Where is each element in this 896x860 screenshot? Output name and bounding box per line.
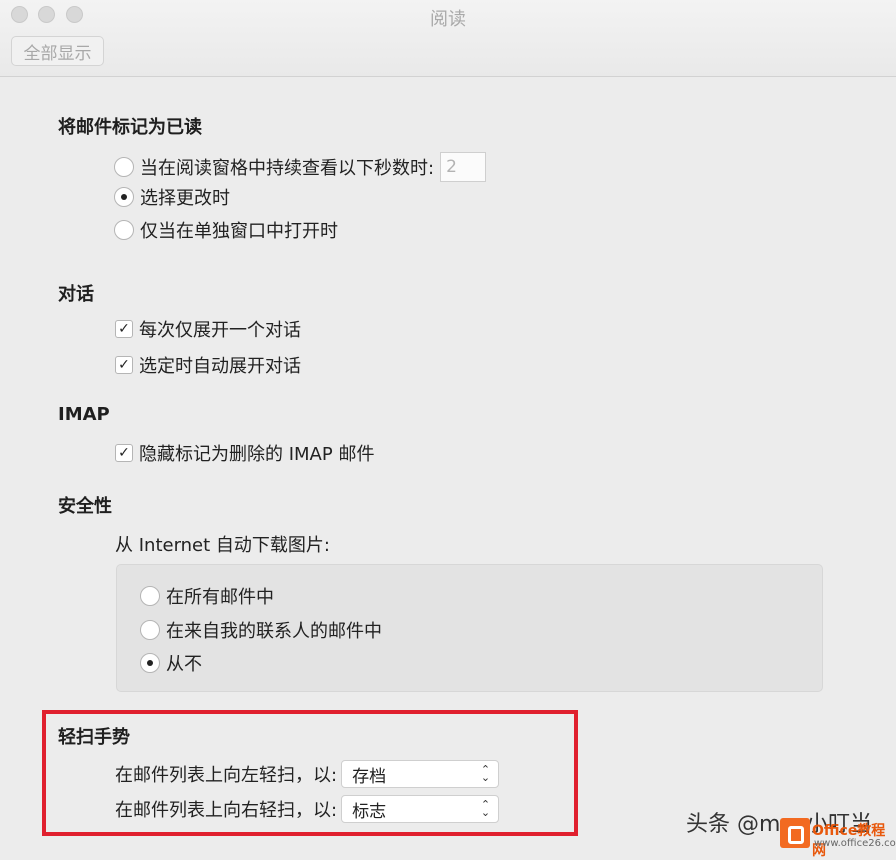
swipe-right-select[interactable]: 标志 ⌃ ⌄ (341, 795, 500, 823)
section-title-imap: IMAP (58, 404, 110, 425)
window-title: 阅读 (430, 9, 466, 30)
section-title-mark-read: 将邮件标记为已读 (58, 117, 202, 138)
swipe-left-label: 在邮件列表上向左轻扫，以: (115, 765, 338, 786)
check-icon[interactable]: ✓ (115, 444, 133, 462)
swipe-right-label: 在邮件列表上向右轻扫，以: (115, 800, 338, 821)
radio-label: 选择更改时 (140, 188, 230, 209)
watermark-logo-sub: www.office26.com (814, 838, 896, 849)
radio-button-selected[interactable] (140, 653, 160, 673)
radio-label: 仅当在单独窗口中打开时 (140, 221, 338, 242)
swipe-right-row: 在邮件列表上向右轻扫，以: 标志 ⌃ ⌄ (115, 795, 500, 823)
updown-chevron-icon: ⌃ ⌄ (480, 763, 491, 784)
check-icon[interactable]: ✓ (115, 320, 133, 338)
checkbox-label: 隐藏标记为删除的 IMAP 邮件 (139, 444, 375, 465)
swipe-left-select[interactable]: 存档 ⌃ ⌄ (341, 760, 500, 788)
radio-label: 在所有邮件中 (166, 587, 274, 608)
radio-option-never[interactable]: 从不 (140, 651, 202, 675)
radio-option-on-selection-change[interactable]: 选择更改时 (114, 185, 230, 209)
show-all-button[interactable]: 全部显示 (11, 36, 104, 66)
checkbox-auto-expand[interactable]: ✓ 选定时自动展开对话 (115, 353, 301, 377)
radio-button[interactable] (140, 586, 160, 606)
radio-button[interactable] (140, 620, 160, 640)
seconds-field[interactable]: 2 (440, 152, 487, 182)
section-title-security: 安全性 (58, 496, 112, 517)
radio-label: 从不 (166, 654, 202, 675)
updown-chevron-icon: ⌃ ⌄ (480, 798, 491, 819)
check-icon[interactable]: ✓ (115, 356, 133, 374)
checkbox-label: 每次仅展开一个对话 (139, 320, 301, 341)
radio-option-all-mail[interactable]: 在所有邮件中 (140, 584, 274, 608)
radio-button[interactable] (114, 157, 134, 177)
swipe-left-row: 在邮件列表上向左轻扫，以: 存档 ⌃ ⌄ (115, 760, 500, 788)
radio-label: 当在阅读窗格中持续查看以下秒数时: (140, 158, 435, 179)
swipe-right-value: 标志 (352, 801, 387, 822)
download-images-label: 从 Internet 自动下载图片: (115, 535, 330, 556)
radio-option-contacts[interactable]: 在来自我的联系人的邮件中 (140, 618, 382, 642)
checkbox-label: 选定时自动展开对话 (139, 356, 301, 377)
checkbox-hide-deleted-imap[interactable]: ✓ 隐藏标记为删除的 IMAP 邮件 (115, 441, 374, 465)
office-logo-icon (780, 818, 810, 848)
radio-option-seconds[interactable]: 当在阅读窗格中持续查看以下秒数时: 2 (114, 152, 487, 182)
swipe-left-value: 存档 (352, 766, 387, 787)
radio-button[interactable] (114, 220, 134, 240)
section-title-swipe: 轻扫手势 (58, 727, 130, 748)
radio-label: 在来自我的联系人的邮件中 (166, 621, 382, 642)
checkbox-expand-one[interactable]: ✓ 每次仅展开一个对话 (115, 317, 301, 341)
radio-option-separate-window[interactable]: 仅当在单独窗口中打开时 (114, 218, 338, 242)
title-bar: 阅读 全部显示 (0, 0, 896, 77)
section-title-conversation: 对话 (58, 284, 94, 305)
radio-button-selected[interactable] (114, 187, 134, 207)
